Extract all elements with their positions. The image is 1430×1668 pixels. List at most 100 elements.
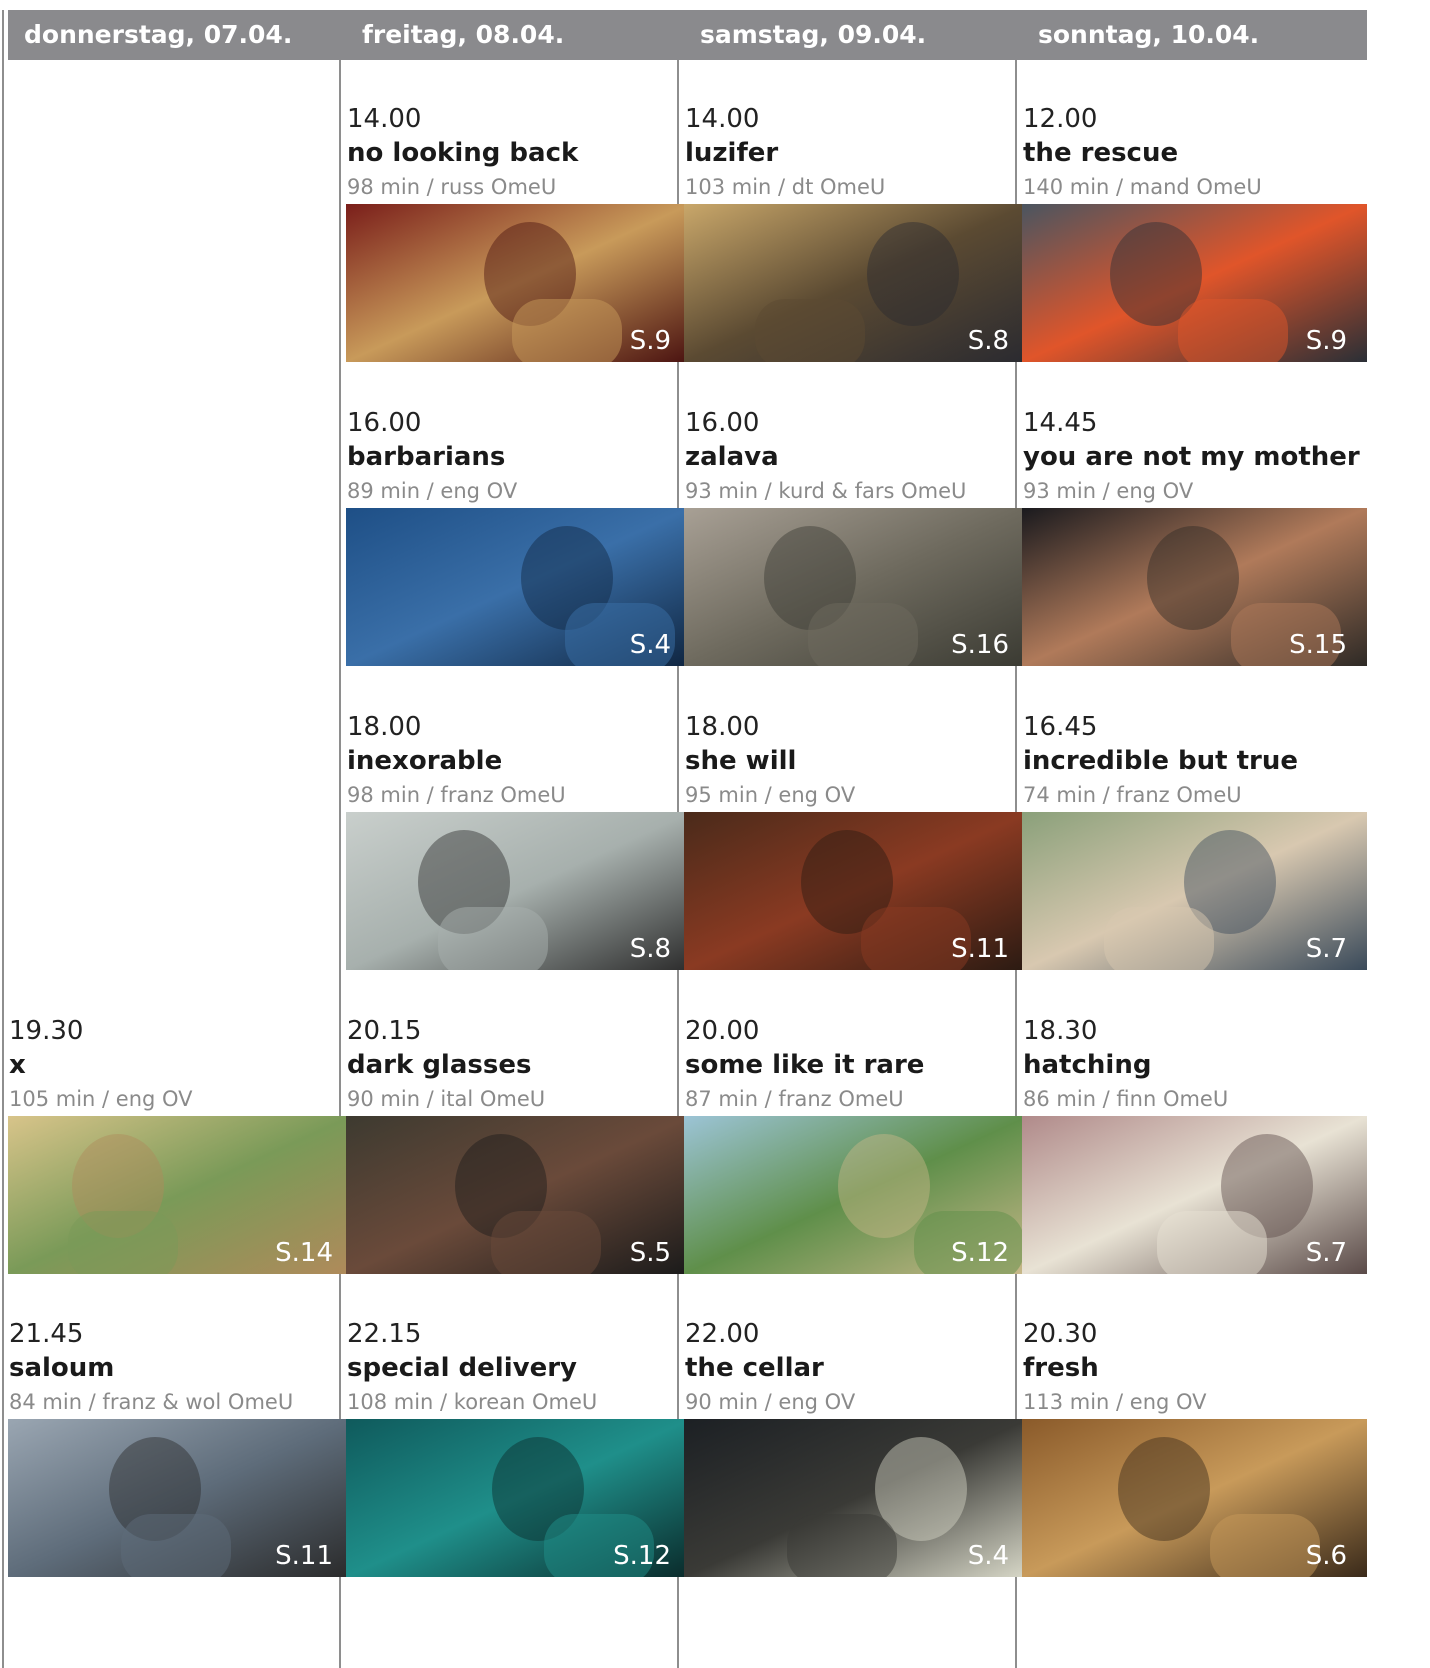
page-reference: S.11 [275, 1541, 333, 1571]
screening-time: 14.45 [1023, 408, 1098, 438]
day-column: freitag, 08.04. 14.00 no looking back 98 mi… [346, 10, 691, 1668]
film-still[interactable]: S.4 [346, 508, 691, 666]
film-runtime-language: 140 min / mand OmeU [1023, 175, 1262, 199]
film-title[interactable]: the cellar [685, 1351, 824, 1385]
screening-time: 20.15 [347, 1016, 422, 1046]
film-entry[interactable]: 14.45 you are not my mother 93 min / eng O… [1022, 406, 1367, 706]
screening-time: 22.00 [685, 1319, 760, 1349]
page-reference: S.15 [1289, 630, 1347, 660]
film-runtime-language: 95 min / eng OV [685, 783, 856, 807]
film-entry[interactable]: 18.00 she will 95 min / eng OV S.11 [684, 710, 1029, 1010]
film-still[interactable]: S.12 [684, 1116, 1029, 1274]
film-runtime-language: 113 min / eng OV [1023, 1390, 1207, 1414]
film-entry[interactable]: 14.00 luzifer 103 min / dt OmeU S.8 [684, 102, 1029, 402]
day-header: donnerstag, 07.04. [8, 10, 353, 60]
page-reference: S.8 [629, 934, 671, 964]
film-still[interactable]: S.14 [8, 1116, 353, 1274]
film-entry[interactable]: 16.00 zalava 93 min / kurd & fars OmeU S.16 [684, 406, 1029, 706]
page-reference: S.12 [613, 1541, 671, 1571]
screening-time: 12.00 [1023, 104, 1098, 134]
film-still[interactable]: S.6 [1022, 1419, 1367, 1577]
film-entry[interactable]: 14.00 no looking back 98 min / russ OmeU S.… [346, 102, 691, 402]
film-still[interactable]: S.9 [1022, 204, 1367, 362]
day-header: freitag, 08.04. [346, 10, 691, 60]
film-runtime-language: 108 min / korean OmeU [347, 1390, 598, 1414]
film-title[interactable]: fresh [1023, 1351, 1099, 1385]
screening-time: 22.15 [347, 1319, 422, 1349]
day-header: sonntag, 10.04. [1022, 10, 1367, 60]
film-runtime-language: 98 min / russ OmeU [347, 175, 557, 199]
film-entry[interactable]: 12.00 the rescue 140 min / mand OmeU S.9 [1022, 102, 1367, 402]
film-entry[interactable]: 19.30 x 105 min / eng OV S.14 [8, 1014, 353, 1314]
film-entry[interactable]: 20.15 dark glasses 90 min / ital OmeU S.5 [346, 1014, 691, 1314]
film-still[interactable]: S.9 [346, 204, 691, 362]
film-runtime-language: 89 min / eng OV [347, 479, 518, 503]
film-still[interactable]: S.8 [684, 204, 1029, 362]
film-entry[interactable]: 20.30 fresh 113 min / eng OV S.6 [1022, 1317, 1367, 1617]
film-still[interactable]: S.7 [1022, 1116, 1367, 1274]
film-entry[interactable]: 16.00 barbarians 89 min / eng OV S.4 [346, 406, 691, 706]
film-runtime-language: 87 min / franz OmeU [685, 1087, 904, 1111]
film-title[interactable]: you are not my mother [1023, 440, 1360, 474]
page-reference: S.7 [1305, 1238, 1347, 1268]
film-entry[interactable]: 21.45 saloum 84 min / franz & wol OmeU S.11 [8, 1317, 353, 1617]
film-title[interactable]: barbarians [347, 440, 505, 474]
film-runtime-language: 84 min / franz & wol OmeU [9, 1390, 294, 1414]
film-still[interactable]: S.11 [684, 812, 1029, 970]
film-runtime-language: 74 min / franz OmeU [1023, 783, 1242, 807]
screening-time: 14.00 [685, 104, 760, 134]
screening-time: 18.30 [1023, 1016, 1098, 1046]
film-entry[interactable]: 16.45 incredible but true 74 min / franz O… [1022, 710, 1367, 1010]
film-title[interactable]: luzifer [685, 136, 778, 170]
film-entry[interactable]: 20.00 some like it rare 87 min / franz Ome… [684, 1014, 1029, 1314]
film-runtime-language: 93 min / eng OV [1023, 479, 1194, 503]
film-still[interactable]: S.8 [346, 812, 691, 970]
screening-time: 14.00 [347, 104, 422, 134]
screening-time: 18.00 [685, 712, 760, 742]
column-divider [2, 10, 4, 1668]
page-reference: S.9 [1305, 326, 1347, 356]
film-title[interactable]: inexorable [347, 744, 502, 778]
film-title[interactable]: saloum [9, 1351, 114, 1385]
page-reference: S.12 [951, 1238, 1009, 1268]
film-still[interactable]: S.11 [8, 1419, 353, 1577]
film-title[interactable]: some like it rare [685, 1048, 924, 1082]
page-reference: S.4 [629, 630, 671, 660]
page-reference: S.11 [951, 934, 1009, 964]
film-runtime-language: 90 min / eng OV [685, 1390, 856, 1414]
film-still[interactable]: S.7 [1022, 812, 1367, 970]
screening-time: 21.45 [9, 1319, 84, 1349]
film-entry[interactable]: 18.00 inexorable 98 min / franz OmeU S.8 [346, 710, 691, 1010]
film-schedule: donnerstag, 07.04. 19.30 x 105 min / eng OV… [0, 0, 1430, 1668]
screening-time: 20.00 [685, 1016, 760, 1046]
film-title[interactable]: zalava [685, 440, 779, 474]
page-reference: S.6 [1305, 1541, 1347, 1571]
film-still[interactable]: S.12 [346, 1419, 691, 1577]
film-entry[interactable]: 22.15 special delivery 108 min / korean Om… [346, 1317, 691, 1617]
film-title[interactable]: hatching [1023, 1048, 1151, 1082]
film-still[interactable]: S.16 [684, 508, 1029, 666]
page-reference: S.4 [967, 1541, 1009, 1571]
screening-time: 16.45 [1023, 712, 1098, 742]
film-title[interactable]: no looking back [347, 136, 578, 170]
film-title[interactable]: the rescue [1023, 136, 1178, 170]
film-title[interactable]: she will [685, 744, 796, 778]
film-title[interactable]: incredible but true [1023, 744, 1298, 778]
screening-time: 18.00 [347, 712, 422, 742]
day-column: sonntag, 10.04. 12.00 the rescue 140 min / … [1022, 10, 1367, 1668]
day-column: donnerstag, 07.04. 19.30 x 105 min / eng OV… [8, 10, 353, 1668]
film-runtime-language: 93 min / kurd & fars OmeU [685, 479, 967, 503]
film-still[interactable]: S.15 [1022, 508, 1367, 666]
film-title[interactable]: special delivery [347, 1351, 577, 1385]
film-entry[interactable]: 22.00 the cellar 90 min / eng OV S.4 [684, 1317, 1029, 1617]
screening-time: 19.30 [9, 1016, 84, 1046]
film-still[interactable]: S.5 [346, 1116, 691, 1274]
film-title[interactable]: dark glasses [347, 1048, 531, 1082]
film-runtime-language: 90 min / ital OmeU [347, 1087, 546, 1111]
film-still[interactable]: S.4 [684, 1419, 1029, 1577]
film-runtime-language: 103 min / dt OmeU [685, 175, 886, 199]
screening-time: 16.00 [347, 408, 422, 438]
page-reference: S.5 [629, 1238, 671, 1268]
film-entry[interactable]: 18.30 hatching 86 min / finn OmeU S.7 [1022, 1014, 1367, 1314]
film-title[interactable]: x [9, 1048, 26, 1082]
